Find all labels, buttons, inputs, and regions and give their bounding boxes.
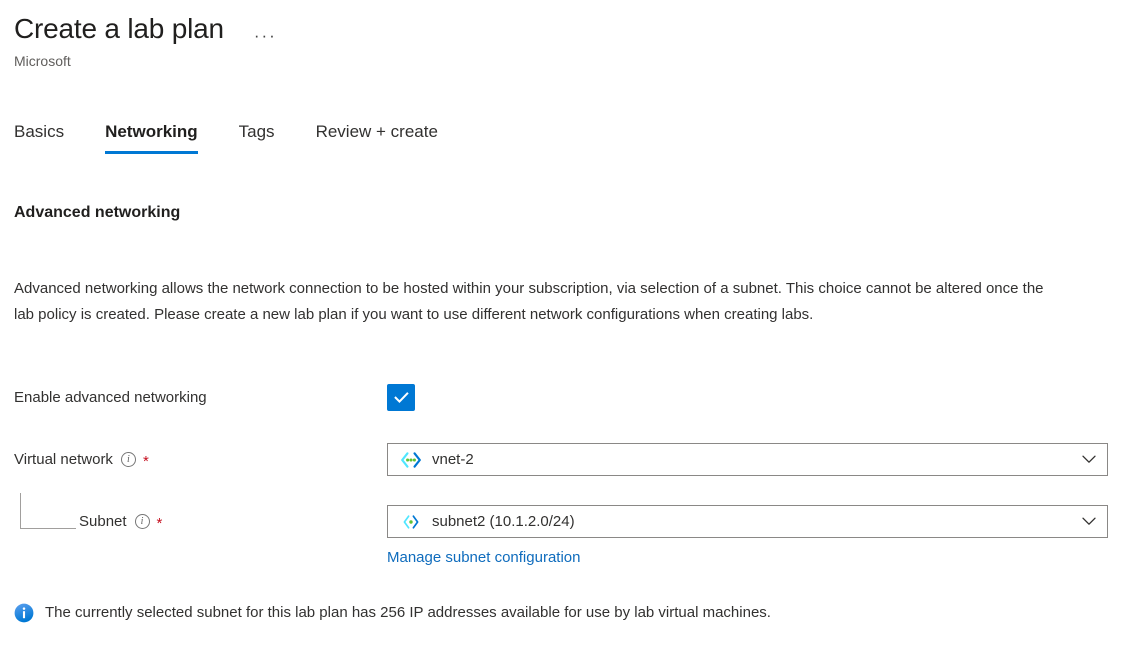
virtual-network-label-wrap: Virtual network i *	[14, 450, 387, 470]
enable-advanced-networking-label: Enable advanced networking	[14, 388, 207, 406]
tab-review-create[interactable]: Review + create	[316, 118, 438, 154]
tab-basics[interactable]: Basics	[14, 118, 64, 154]
manage-subnet-configuration-link[interactable]: Manage subnet configuration	[387, 547, 580, 568]
virtual-network-row: Virtual network i * vnet-2	[14, 443, 1134, 476]
info-icon[interactable]: i	[134, 514, 150, 529]
required-asterisk: *	[156, 515, 163, 532]
section-description: Advanced networking allows the network c…	[14, 280, 1044, 323]
more-options-icon[interactable]: ···	[248, 26, 283, 46]
subnet-info-banner: The currently selected subnet for this l…	[14, 602, 1114, 623]
subnet-value: subnet2 (10.1.2.0/24)	[432, 512, 575, 530]
chevron-down-icon[interactable]	[1079, 450, 1099, 470]
subnet-info-text: The currently selected subnet for this l…	[45, 604, 771, 621]
enable-advanced-networking-checkbox[interactable]	[387, 384, 415, 411]
tab-networking[interactable]: Networking	[105, 118, 198, 154]
enable-advanced-networking-row: Enable advanced networking	[14, 384, 1134, 411]
virtual-network-label: Virtual network	[14, 450, 113, 468]
page-title: Create a lab plan	[14, 13, 224, 44]
create-lab-plan-page: Create a lab plan ··· Microsoft Basics N…	[0, 0, 1144, 658]
info-circle-icon	[14, 603, 34, 623]
page-header: Create a lab plan ··· Microsoft	[14, 12, 1114, 71]
section-title: Advanced networking	[14, 204, 181, 221]
title-row: Create a lab plan ···	[14, 12, 1114, 46]
virtual-network-icon	[400, 451, 422, 468]
enable-advanced-networking-label-wrap: Enable advanced networking	[14, 388, 387, 408]
info-icon[interactable]: i	[120, 452, 136, 467]
publisher-label: Microsoft	[14, 53, 71, 69]
virtual-network-dropdown[interactable]: vnet-2	[387, 443, 1108, 476]
chevron-down-icon[interactable]	[1079, 512, 1099, 532]
wizard-tabs: Basics Networking Tags Review + create	[14, 118, 438, 154]
subnet-icon	[400, 514, 422, 530]
subnet-row: Subnet i * subnet2 (10.1.2.0/24)	[14, 505, 1134, 538]
required-asterisk: *	[142, 453, 149, 470]
subnet-label-wrap: Subnet i *	[14, 512, 387, 532]
subnet-label: Subnet	[79, 512, 127, 530]
checkmark-icon	[393, 392, 409, 403]
virtual-network-value: vnet-2	[432, 450, 474, 468]
tab-tags[interactable]: Tags	[239, 118, 275, 154]
subnet-dropdown[interactable]: subnet2 (10.1.2.0/24)	[387, 505, 1108, 538]
